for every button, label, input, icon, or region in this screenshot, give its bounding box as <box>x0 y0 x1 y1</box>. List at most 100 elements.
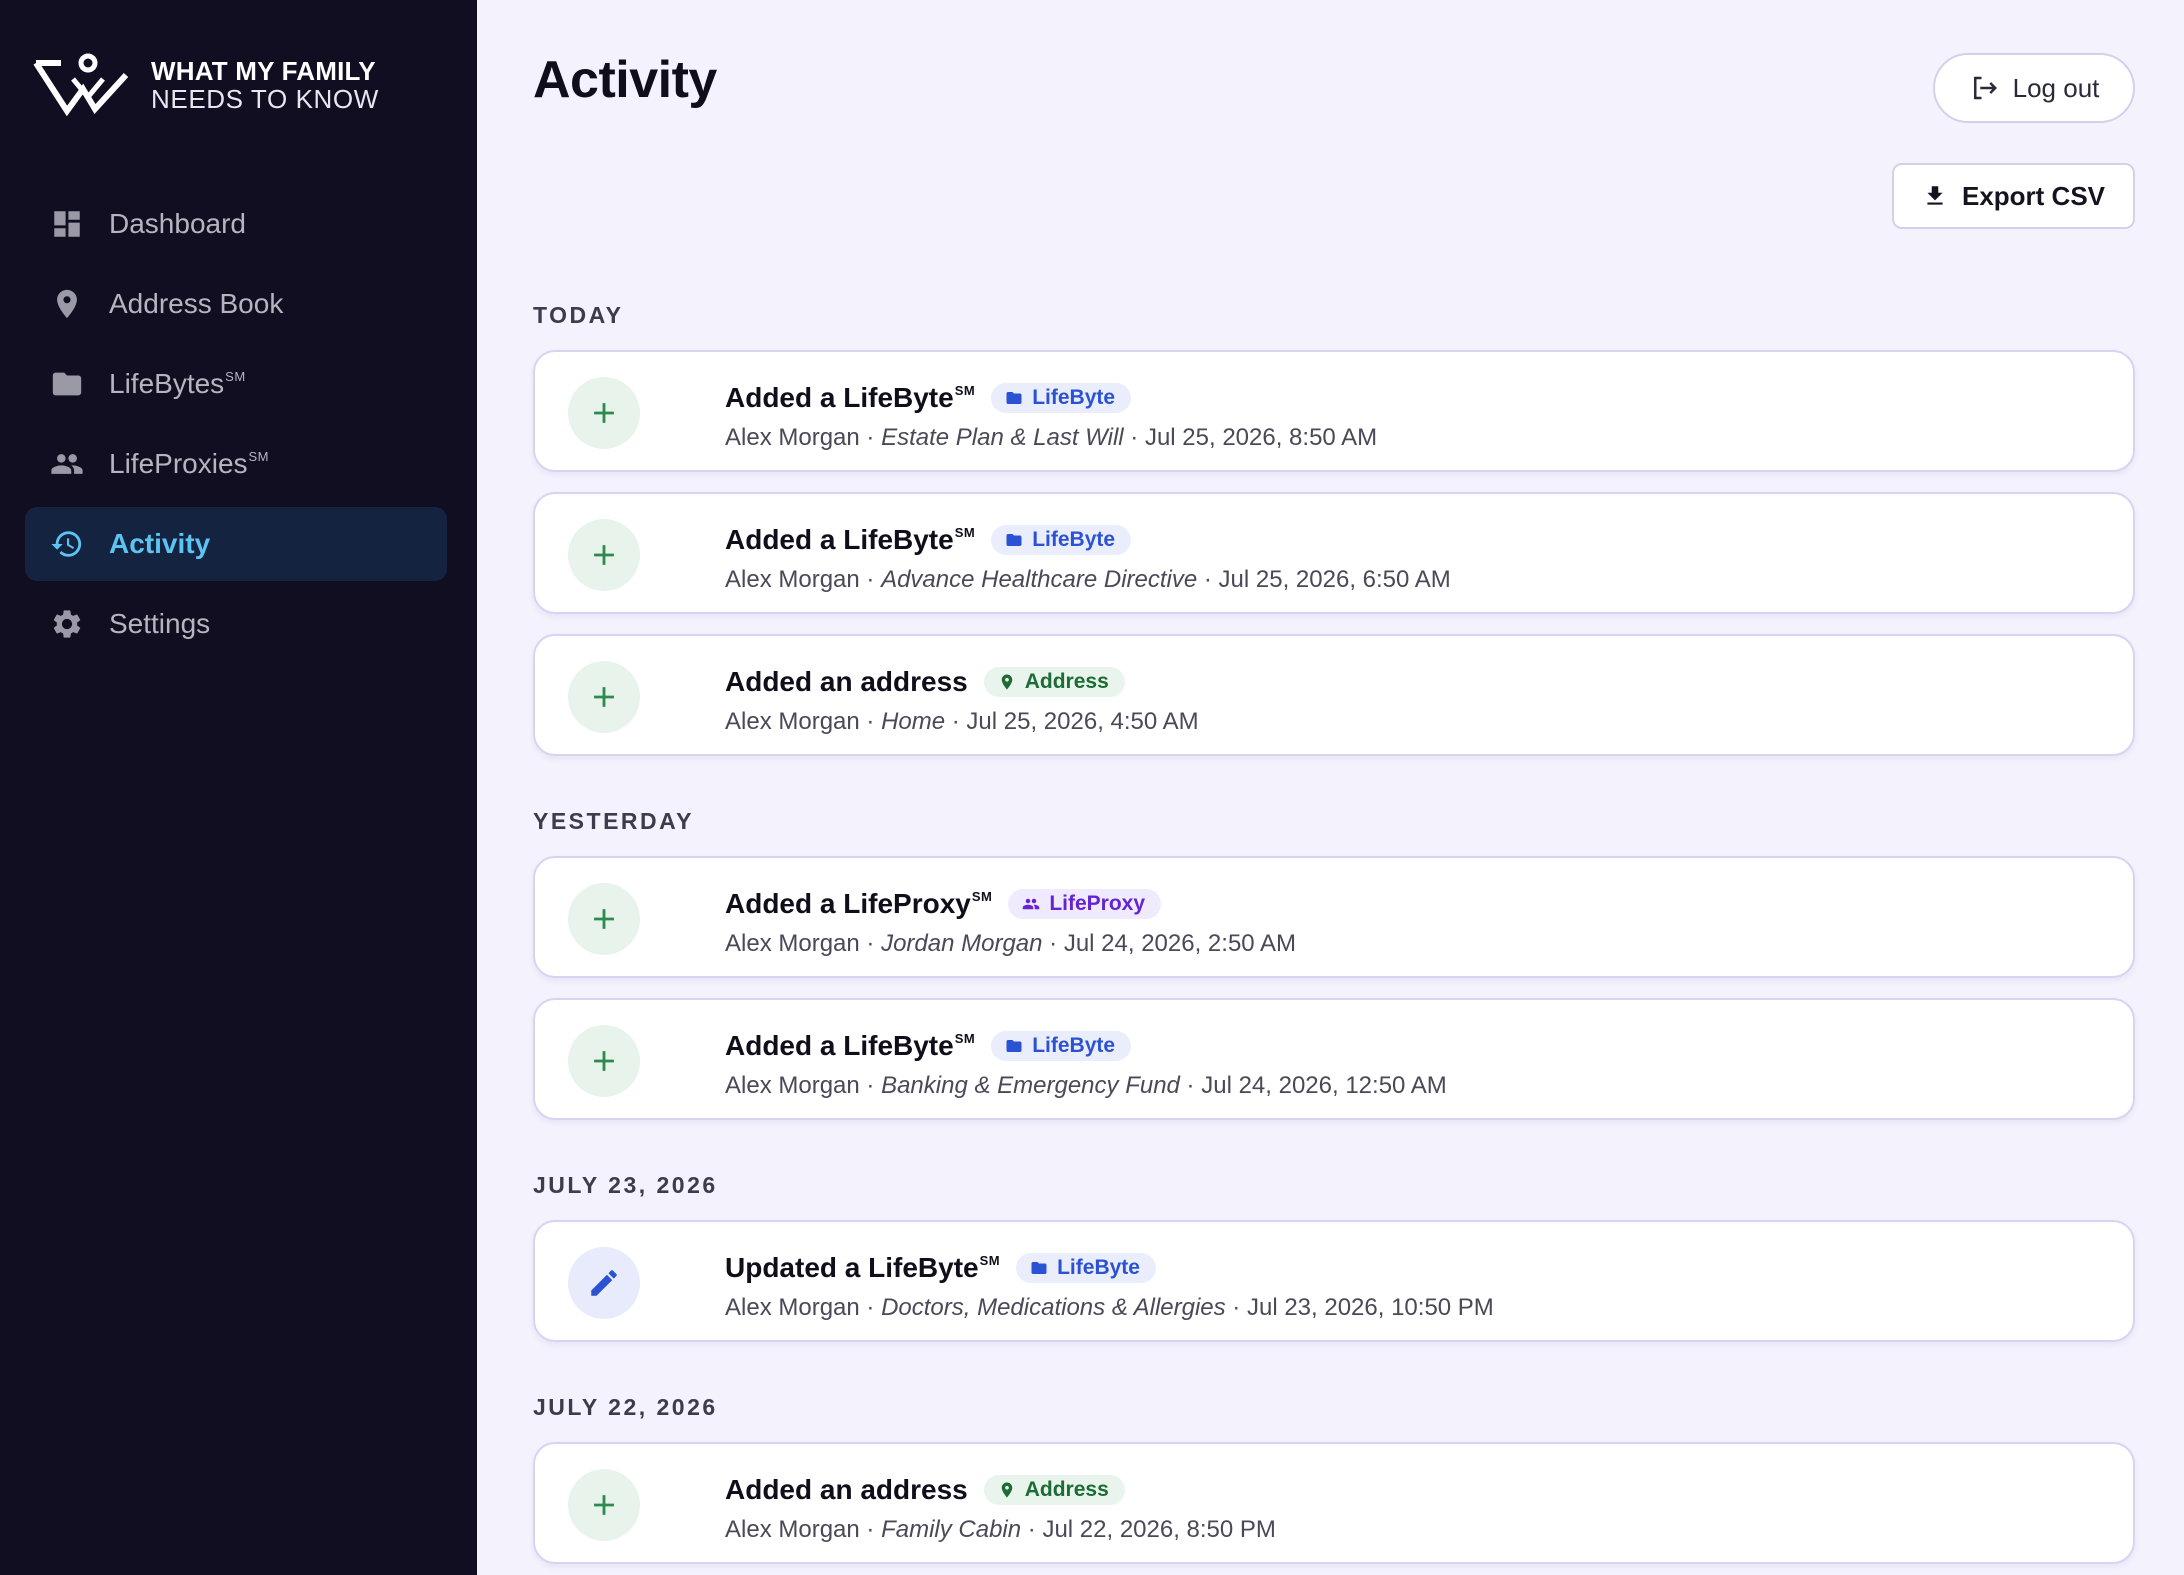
activity-object: Home <box>881 708 946 735</box>
activity-object: Jordan Morgan <box>881 930 1043 957</box>
logout-icon <box>1973 76 1997 100</box>
sidebar-item-lifeproxies[interactable]: LifeProxiesSM <box>25 427 447 501</box>
activity-item[interactable]: Added a LifeByteSM LifeByte Alex Morgan … <box>533 998 2135 1120</box>
sidebar-item-label: Dashboard <box>109 208 246 239</box>
section-label-yesterday: YESTERDAY <box>533 808 694 834</box>
section-label-today: TODAY <box>533 302 624 328</box>
activity-user: Alex Morgan <box>725 708 860 735</box>
activity-timestamp: Jul 25, 2026, 6:50 AM <box>1218 566 1451 593</box>
folder-icon <box>1031 1262 1047 1274</box>
activity-user: Alex Morgan <box>725 1072 860 1099</box>
location-pin-icon <box>1001 674 1012 690</box>
folder-icon <box>49 366 85 402</box>
type-badge: Address <box>983 1475 1125 1505</box>
service-mark: SM <box>971 889 993 904</box>
type-badge: LifeByte <box>991 383 1132 413</box>
activity-title: Added a LifeByte <box>725 524 954 555</box>
add-icon <box>568 1469 640 1541</box>
brand-logo[interactable]: WHAT MY FAMILY NEEDS TO KNOW <box>33 53 379 117</box>
type-badge: LifeByte <box>991 525 1132 555</box>
sidebar-item-label: LifeProxies <box>109 448 248 479</box>
sidebar-item-label: LifeBytes <box>109 368 225 399</box>
sidebar-item-label: Activity <box>109 528 211 559</box>
page-title: Activity <box>533 51 717 109</box>
activity-item[interactable]: Added a LifeProxySM LifeProxy Alex Morga… <box>533 856 2135 978</box>
activity-title: Added a LifeByte <box>725 1030 954 1061</box>
folder-icon <box>1006 534 1022 546</box>
type-badge: LifeProxy <box>1008 889 1162 919</box>
activity-user: Alex Morgan <box>725 1294 860 1321</box>
sidebar-item-address-book[interactable]: Address Book <box>25 267 447 341</box>
activity-title: Added a LifeByte <box>725 382 954 413</box>
sidebar-nav: Dashboard Address Book LifeBytesSM LifeP… <box>25 187 447 667</box>
type-badge: Address <box>983 667 1125 697</box>
sidebar-item-label: Settings <box>109 608 211 639</box>
activity-timestamp: Jul 23, 2026, 10:50 PM <box>1246 1294 1494 1321</box>
sidebar-item-label: Address Book <box>109 288 284 319</box>
gear-icon <box>49 606 85 642</box>
people-icon <box>49 446 85 482</box>
service-mark: SM <box>954 383 976 398</box>
activity-meta: Alex Morgan · Estate Plan & Last Will · … <box>725 424 1378 451</box>
service-mark: SM <box>954 1031 976 1046</box>
type-badge-label: LifeByte <box>1032 386 1116 409</box>
add-icon <box>568 519 640 591</box>
type-badge-label: Address <box>1024 670 1109 693</box>
sidebar-item-settings[interactable]: Settings <box>25 587 447 661</box>
pencil-icon <box>568 1247 640 1319</box>
activity-user: Alex Morgan <box>725 566 860 593</box>
service-mark: SM <box>225 369 246 384</box>
service-mark: SM <box>954 525 976 540</box>
activity-item[interactable]: Added a LifeByteSM LifeByte Alex Morgan … <box>533 350 2135 472</box>
activity-object: Estate Plan & Last Will <box>881 424 1124 451</box>
activity-timestamp: Jul 25, 2026, 8:50 AM <box>1144 424 1378 451</box>
activity-item[interactable]: Added a LifeByteSM LifeByte Alex Morgan … <box>533 492 2135 614</box>
activity-object: Advance Healthcare Directive <box>881 566 1198 593</box>
section-label-date: JULY 22, 2026 <box>533 1394 718 1420</box>
activity-meta: Alex Morgan · Banking & Emergency Fund ·… <box>725 1072 1447 1099</box>
section-label-date: JULY 23, 2026 <box>533 1172 718 1198</box>
activity-title: Added an address <box>725 1474 968 1505</box>
activity-timestamp: Jul 24, 2026, 12:50 AM <box>1201 1072 1447 1099</box>
activity-title: Added a LifeProxy <box>725 888 971 919</box>
export-csv-button-label: Export CSV <box>1961 180 2106 211</box>
sidebar-item-lifebytes[interactable]: LifeBytesSM <box>25 347 447 421</box>
type-badge-label: LifeByte <box>1032 528 1116 551</box>
brand-logo-mark <box>33 53 129 117</box>
add-icon <box>568 883 640 955</box>
brand-name-line2: NEEDS TO KNOW <box>151 84 379 114</box>
folder-icon <box>1006 1040 1022 1052</box>
activity-meta: Alex Morgan · Jordan Morgan · Jul 24, 20… <box>725 930 1296 957</box>
export-csv-button[interactable]: Export CSV <box>1892 163 2135 229</box>
dashboard-icon <box>49 206 85 242</box>
sidebar-item-dashboard[interactable]: Dashboard <box>25 187 447 261</box>
activity-item[interactable]: Added an address Address Alex Morgan · F… <box>533 1442 2135 1564</box>
folder-icon <box>1006 392 1022 404</box>
location-pin-icon <box>1001 1482 1012 1498</box>
activity-title: Updated a LifeByte <box>725 1252 979 1283</box>
activity-title: Added an address <box>725 666 968 697</box>
add-icon <box>568 377 640 449</box>
activity-user: Alex Morgan <box>725 424 860 451</box>
activity-item[interactable]: Updated a LifeByteSM LifeByte Alex Morga… <box>533 1220 2135 1342</box>
activity-meta: Alex Morgan · Advance Healthcare Directi… <box>725 566 1451 593</box>
activity-meta: Alex Morgan · Home · Jul 25, 2026, 4:50 … <box>725 708 1199 735</box>
type-badge-label: LifeByte <box>1057 1256 1140 1279</box>
sidebar: WHAT MY FAMILY NEEDS TO KNOW Dashboard A… <box>0 0 477 1575</box>
activity-timestamp: Jul 24, 2026, 2:50 AM <box>1063 930 1296 957</box>
activity-item[interactable]: Added an address Address Alex Morgan · H… <box>533 634 2135 756</box>
download-icon <box>1927 186 1943 205</box>
activity-timestamp: Jul 25, 2026, 4:50 AM <box>966 708 1199 735</box>
type-badge: LifeByte <box>1016 1253 1156 1283</box>
service-mark: SM <box>979 1253 1001 1268</box>
logout-button[interactable]: Log out <box>1933 53 2135 123</box>
type-badge-label: LifeProxy <box>1049 892 1146 915</box>
activity-object: Banking & Emergency Fund <box>881 1072 1180 1099</box>
logout-button-label: Log out <box>2012 72 2100 103</box>
add-icon <box>568 661 640 733</box>
activity-object: Family Cabin <box>881 1516 1022 1543</box>
main-content: Activity Log out Export CSV TODAY Added … <box>477 0 2184 1575</box>
service-mark: SM <box>248 449 270 464</box>
sidebar-item-activity[interactable]: Activity <box>25 507 447 581</box>
activity-user: Alex Morgan <box>725 1516 860 1543</box>
